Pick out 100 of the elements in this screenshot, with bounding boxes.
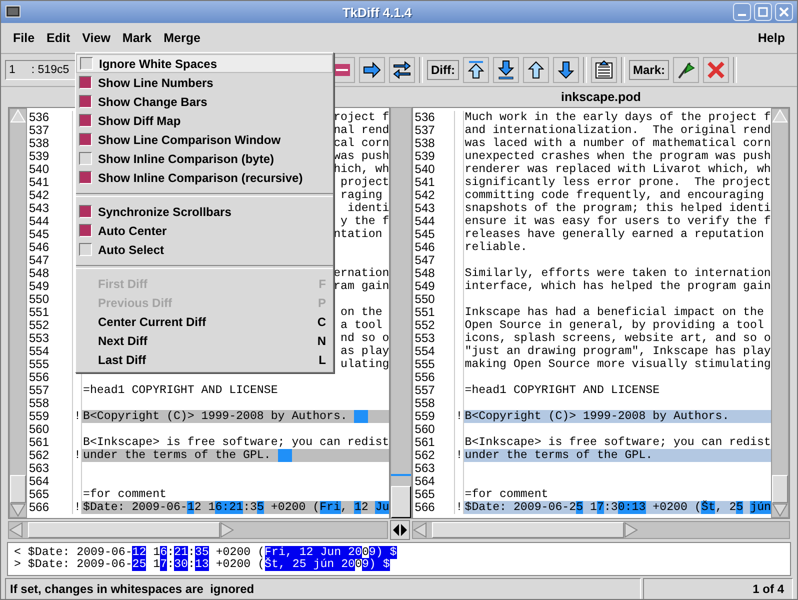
line-number: 566 — [27, 501, 73, 514]
line-number: 543 — [412, 202, 455, 215]
shortcut-key: L — [318, 352, 326, 366]
first-diff-button[interactable] — [463, 57, 489, 83]
scrollbar-thumb[interactable] — [28, 522, 220, 538]
line-number: 539 — [27, 150, 73, 163]
line-number: 550 — [27, 293, 73, 306]
line-number: 559 — [27, 410, 73, 423]
code-line: significantly less error prone. The project — [464, 176, 771, 189]
line-number: 543 — [27, 202, 73, 215]
horizontal-scrollbar[interactable] — [412, 521, 790, 539]
line-number: 560 — [27, 423, 73, 436]
status-message: If set, changes in whitespaces are ignored — [5, 578, 641, 599]
line-number: 550 — [412, 293, 455, 306]
menu-item[interactable]: Show Line Comparison Window — [76, 130, 333, 149]
code-line: ernation — [334, 267, 390, 280]
code-line: Much work in the early days of the project f — [464, 111, 771, 124]
code-line: making Open Source more visually stimulating — [464, 358, 771, 371]
scroll-left-icon[interactable] — [413, 522, 427, 538]
change-marker: ! — [456, 501, 463, 514]
line-number: 563 — [27, 462, 73, 475]
code-line: was laced with a number of mathematical corn — [464, 137, 771, 150]
diff-marker-line — [391, 474, 411, 476]
line-number: 553 — [412, 332, 455, 345]
code-line: raging — [340, 189, 384, 202]
line-number: 540 — [27, 163, 73, 176]
vertical-scrollbar[interactable] — [9, 108, 27, 518]
down-arrow-button[interactable] — [553, 57, 579, 83]
line-number: 536 — [27, 111, 73, 124]
line-number: 564 — [27, 475, 73, 488]
menu-title[interactable]: Help — [752, 29, 791, 47]
window-icon — [5, 4, 21, 20]
code-line: reliable. — [464, 241, 528, 254]
right-arrow-button[interactable] — [359, 57, 385, 83]
code-line: releases have generally earned a reputation — [464, 228, 764, 241]
scrollbar-thumb[interactable] — [10, 475, 26, 503]
line-number: 551 — [27, 306, 73, 319]
line-number: 539 — [412, 150, 455, 163]
code-line: identi — [347, 202, 390, 215]
code-line: y the f — [340, 215, 390, 228]
menu-item[interactable]: Show Inline Comparison (byte) — [76, 149, 333, 168]
scrollbar-thumb[interactable] — [432, 522, 624, 538]
last-diff-button[interactable] — [493, 57, 519, 83]
code-line: ram gain — [334, 280, 390, 293]
menu-item[interactable]: Synchronize Scrollbars — [76, 202, 333, 221]
menu-title[interactable]: Edit — [40, 29, 76, 47]
minimize-icon[interactable] — [733, 3, 751, 21]
menu-item[interactable]: Last Diff L — [76, 350, 333, 369]
swap-arrows-button[interactable] — [389, 57, 415, 83]
menu-item[interactable]: Center Current Diff C — [76, 312, 333, 331]
menu-item[interactable]: Show Change Bars — [76, 92, 333, 111]
scrollbar-thumb[interactable] — [391, 486, 411, 518]
line-number: 559 — [412, 410, 455, 423]
flag-button[interactable] — [673, 57, 700, 83]
code-line: committing code frequently, and encouraging — [464, 189, 764, 202]
code-line: ntation — [334, 228, 384, 241]
line-number: 538 — [412, 137, 455, 150]
split-arrows-icon[interactable] — [390, 520, 410, 540]
close-icon[interactable] — [775, 3, 793, 21]
line-number: 552 — [412, 319, 455, 332]
scrollbar-thumb[interactable] — [772, 475, 788, 503]
line-number: 547 — [27, 254, 73, 267]
line-number: 560 — [412, 423, 455, 436]
code-line: and internationalization. The original rend — [464, 124, 771, 137]
diff-label: Diff: — [427, 60, 459, 80]
code-line: Open Source in general, by providing a tool — [464, 319, 764, 332]
line-number: 540 — [412, 163, 455, 176]
maximize-icon[interactable] — [754, 3, 772, 21]
menu-item[interactable]: Auto Select — [76, 240, 333, 259]
line-number: 548 — [412, 267, 455, 280]
change-marker: ! — [456, 410, 463, 423]
menu-title[interactable]: Merge — [158, 29, 206, 47]
horizontal-scrollbar[interactable] — [8, 521, 388, 539]
line-number: 561 — [27, 436, 73, 449]
line-number: 549 — [27, 280, 73, 293]
merge-list-button[interactable] — [591, 57, 617, 83]
line-number: 552 — [27, 319, 73, 332]
menu-title[interactable]: View — [76, 29, 116, 47]
line-number: 562 — [27, 449, 73, 462]
menu-item[interactable]: Show Line Numbers — [76, 73, 333, 92]
code-line: a tool — [340, 319, 384, 332]
menu-item[interactable]: Next Diff N — [76, 331, 333, 350]
menu-item[interactable]: Ignore White Spaces — [76, 54, 333, 73]
code-line: ulating — [340, 358, 390, 371]
up-arrow-button[interactable] — [523, 57, 549, 83]
menu-item[interactable]: Auto Center — [76, 221, 333, 240]
code-line: nd so o — [340, 332, 390, 345]
diff-position: 1 of 4 — [643, 578, 793, 599]
menu-title[interactable]: Mark — [116, 29, 158, 47]
menu-item[interactable]: Show Inline Comparison (recursive) — [76, 168, 333, 187]
code-line: Similarly, efforts were taken to internation — [464, 267, 771, 280]
menu-item[interactable]: Show Diff Map — [76, 111, 333, 130]
line-number: 558 — [27, 397, 73, 410]
menu-title[interactable]: File — [7, 29, 41, 47]
code-line: unexpected crashes when the program was push — [464, 150, 771, 163]
shortcut-key: N — [317, 334, 326, 348]
scroll-left-icon[interactable] — [9, 522, 23, 538]
vertical-scrollbar[interactable] — [771, 108, 789, 518]
line-number: 546 — [412, 241, 455, 254]
file-name: inkscape.pod — [561, 90, 641, 104]
